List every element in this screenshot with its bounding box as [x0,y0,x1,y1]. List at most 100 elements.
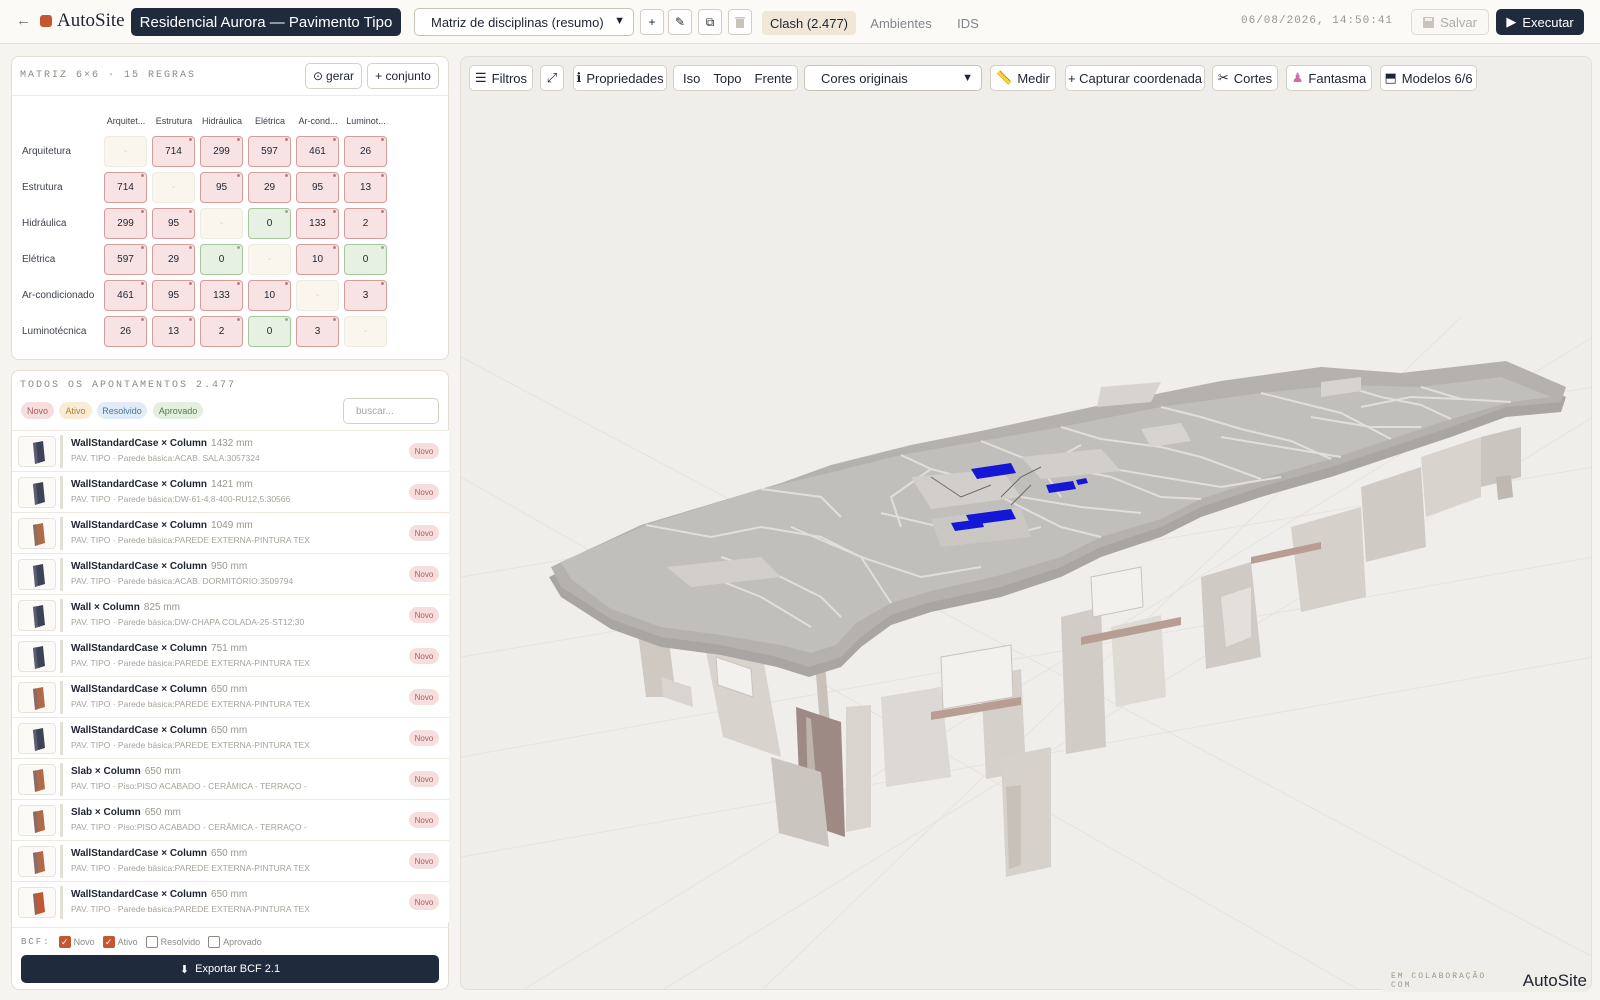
issue-row[interactable]: WallStandardCase × Column 650 mm PAV. TIPO… [12,840,449,881]
matrix-cell[interactable]: 0 [248,316,291,347]
arrow-left-icon[interactable]: ← [16,12,31,29]
issue-type: Slab × Column [71,807,141,818]
corner-dot-icon [237,318,240,321]
matrix-cell[interactable]: 597 [248,136,291,167]
filter-novo[interactable]: Novo [21,402,54,419]
corner-dot-icon [333,318,336,321]
filter-ativo[interactable]: Ativo [59,402,92,419]
status-badge: Novo [409,484,439,500]
tab-ids[interactable]: IDS [948,11,988,35]
matrix-cell[interactable]: 13 [152,316,195,347]
capture-coordinate-button[interactable]: + Capturar coordenada [1065,65,1205,91]
models-button[interactable]: ⬒ Modelos 6/6 [1380,65,1477,91]
duplicate-icon[interactable]: ⧉ [698,9,722,35]
matrix-cell[interactable]: 0 [344,244,387,275]
issue-row[interactable]: WallStandardCase × Column 1049 mm PAV. TIP… [12,512,449,553]
ghost-button[interactable]: ♟ Fantasma [1286,65,1372,91]
matrix-cell[interactable]: 29 [248,172,291,203]
matrix-cell[interactable]: 2 [344,208,387,239]
matrix-cell[interactable]: 2 [200,316,243,347]
issue-title: WallStandardCase × Column 751 mm [71,643,247,654]
row-accent [60,886,63,919]
matrix-cell[interactable]: 461 [296,136,339,167]
matrix-cell-value: 0 [362,254,369,265]
view-iso[interactable]: Iso [683,71,700,86]
filters-button[interactable]: ☰ Filtros [469,65,533,91]
matrix-cell[interactable]: 10 [296,244,339,275]
issue-type: WallStandardCase × Column [71,479,208,490]
matrix-cell[interactable]: 133 [200,280,243,311]
issue-row[interactable]: WallStandardCase × Column 751 mm PAV. TIPO… [12,635,449,676]
footer-label: EM COLABORAÇÃO COM [1391,972,1487,990]
expand-icon[interactable]: ⤢ [540,65,564,91]
matrix-cell[interactable]: 95 [200,172,243,203]
matrix-cell[interactable]: 3 [296,316,339,347]
view-topo[interactable]: Topo [713,71,741,86]
search-input[interactable]: buscar... [343,398,439,424]
matrix-cell[interactable]: 299 [104,208,147,239]
filter-aprovado[interactable]: Aprovado [153,402,203,419]
issue-row[interactable]: WallStandardCase × Column 650 mm PAV. TIPO… [12,676,449,717]
issue-type: WallStandardCase × Column [71,725,208,736]
issue-title: Slab × Column 650 mm [71,766,181,777]
issue-subtitle: PAV. TIPO · Parede básica:DW-61-4,8-400-… [71,494,291,504]
matrix-cell[interactable]: 10 [248,280,291,311]
issue-row[interactable]: Slab × Column 650 mm PAV. TIPO · Piso:PISO… [12,758,449,799]
measure-button[interactable]: 📏 Medir [990,65,1056,91]
plus-icon[interactable]: + [640,9,664,35]
bcf-check-ativo[interactable]: ✓ Ativo [102,936,138,948]
matrix-cell[interactable]: 0 [200,244,243,275]
matrix-cell[interactable]: 714 [152,136,195,167]
export-bcf-button[interactable]: ⬇ Exportar BCF 2.1 [21,955,439,983]
matrix-cell[interactable]: 29 [152,244,195,275]
gerar-button[interactable]: ⊙ gerar [305,63,362,89]
matrix-cell[interactable]: 95 [152,280,195,311]
cuts-button[interactable]: ✂ Cortes [1212,65,1278,91]
matrix-cell[interactable]: 26 [104,316,147,347]
trash-icon[interactable] [728,9,752,35]
issue-length: 1049 mm [211,520,253,531]
issue-row[interactable]: WallStandardCase × Column 1432 mm PAV. TIP… [12,430,449,471]
matrix-cell[interactable]: 299 [200,136,243,167]
pencil-icon[interactable]: ✎ [668,9,692,35]
issue-row[interactable]: WallStandardCase × Column 950 mm PAV. TIPO… [12,553,449,594]
run-button[interactable]: ▶ Executar [1496,9,1584,35]
matrix-cell[interactable]: 3 [344,280,387,311]
matrix-cell[interactable]: 133 [296,208,339,239]
issue-row[interactable]: WallStandardCase × Column 650 mm PAV. TIPO… [12,717,449,758]
matrix-cell-value: - [267,254,272,265]
issue-row[interactable]: WallStandardCase × Column 650 mm PAV. TIPO… [12,881,449,922]
matrix-cell[interactable]: 26 [344,136,387,167]
matrix-cell[interactable]: 461 [104,280,147,311]
bcf-check-resolvido[interactable]: Resolvido [145,936,200,948]
footer-brand-name: AutoSite [1522,971,1587,990]
bcf-check-novo[interactable]: ✓ Novo [58,936,95,948]
matrix-cell[interactable]: 95 [296,172,339,203]
matrix-cell[interactable]: 597 [104,244,147,275]
matrix-cell[interactable]: 714 [104,172,147,203]
project-title[interactable]: Residencial Aurora — Pavimento Tipo [131,8,401,36]
matrix-cell-value: 26 [359,146,372,157]
filter-resolvido[interactable]: Resolvido [97,402,147,419]
save-button[interactable]: Salvar [1411,9,1489,35]
conjunto-button[interactable]: + conjunto [367,63,439,89]
matrix-cell[interactable]: 13 [344,172,387,203]
tab-clash[interactable]: Clash (2.477) [762,11,856,35]
corner-dot-icon [141,246,144,249]
matrix-cell[interactable]: 0 [248,208,291,239]
properties-button[interactable]: ℹ Propriedades [573,65,667,91]
color-mode-select[interactable]: Cores originais ▼ [804,65,982,91]
matrix-cell-value: 2 [218,326,225,337]
matrix-cell-value: 13 [359,182,372,193]
3d-viewport[interactable] [460,56,1592,990]
matrix-cell[interactable]: 95 [152,208,195,239]
issue-row[interactable]: Slab × Column 650 mm PAV. TIPO · Piso:PISO… [12,799,449,840]
ghost-icon: ♟ [1291,70,1304,85]
view-select[interactable]: Matriz de disciplinas (resumo) ▼ [414,8,634,36]
issue-row[interactable]: Wall × Column 825 mm PAV. TIPO · Parede bá… [12,594,449,635]
corner-dot-icon [333,210,336,213]
view-frente[interactable]: Frente [755,71,793,86]
issue-row[interactable]: WallStandardCase × Column 1421 mm PAV. TIP… [12,471,449,512]
bcf-check-aprovado[interactable]: Aprovado [208,936,262,948]
tab-ambientes[interactable]: Ambientes [866,11,936,35]
